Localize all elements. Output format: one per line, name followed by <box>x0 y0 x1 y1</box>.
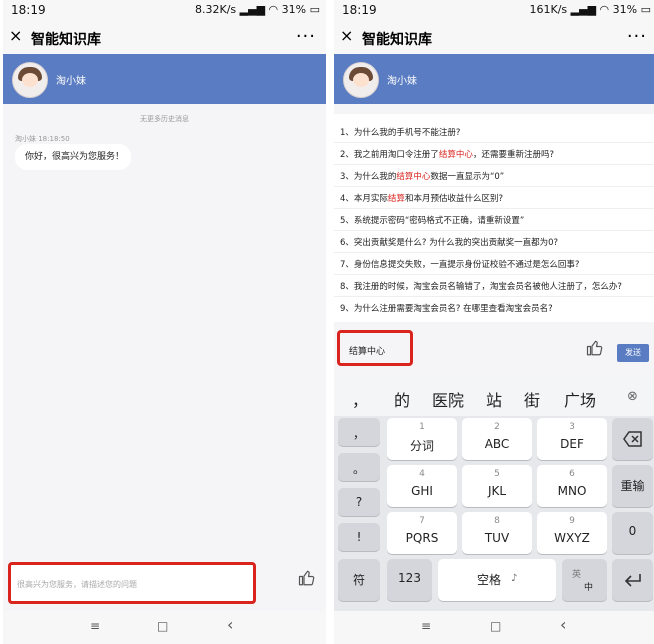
battery-level: 31% <box>612 3 638 16</box>
close-icon[interactable]: × <box>9 27 22 45</box>
signal-icon: ▂▄▆ <box>570 3 600 16</box>
t9-key-5[interactable]: 5 JKL <box>462 465 532 507</box>
wifi-icon: ◠ <box>268 3 282 16</box>
enter-key[interactable] <box>612 559 653 601</box>
backspace-key[interactable] <box>612 418 653 460</box>
chat-area[interactable]: 无更多历史消息 淘小妹 18:18:50 你好，很高兴为您服务！ <box>3 104 326 559</box>
faq-item[interactable]: 6、突出贡献奖是什么? 为什么我的突出贡献奖一直都为0? <box>340 236 558 248</box>
t9-key-2[interactable]: 2 ABC <box>462 418 532 460</box>
network-speed: 161K/s <box>529 3 568 16</box>
t9-key-6[interactable]: 6 MNO <box>537 465 607 507</box>
status-time: 18:19 <box>11 3 46 17</box>
symbol-key[interactable]: 符 <box>338 559 380 601</box>
candidate-word[interactable]: 的 <box>394 387 410 411</box>
reenter-key[interactable]: 重输 <box>612 465 653 507</box>
backspace-icon <box>623 431 642 447</box>
candidate-bar: ， 的 医院 站 街 广场 ⊗ <box>334 378 654 416</box>
phone-screen-right: 18:19 161K/s ▂▄▆ ◠ 31% ▭ × 智能知识库 ··· 淘小妹… <box>334 0 654 644</box>
more-options-icon[interactable]: ··· <box>296 26 316 47</box>
candidate-word[interactable]: 医院 <box>432 387 464 411</box>
ime-keyboard: ， 的 医院 站 街 广场 ⊗ ， 。 ? ! 1 分词 2 ABC 3 DEF 4G… <box>334 378 654 611</box>
candidate-word[interactable]: 广场 <box>564 387 596 411</box>
agent-header: 淘小妹 <box>3 54 326 104</box>
agent-name: 淘小妹 <box>387 76 417 87</box>
more-options-icon[interactable]: ··· <box>627 26 647 47</box>
page-title: 智能知识库 <box>362 32 432 48</box>
title-bar: × 智能知识库 ··· <box>334 20 654 54</box>
avatar <box>343 62 379 98</box>
agent-header: 淘小妹 <box>334 54 654 104</box>
nav-back-icon[interactable]: ‹ <box>560 615 566 634</box>
nav-back-icon[interactable]: ‹ <box>227 615 233 634</box>
input-bar: 很高兴为您服务，请描述您的问题 <box>3 559 326 611</box>
phone-screen-left: 18:19 8.32K/s ▂▄▆ ◠ 31% ▭ × 智能知识库 ··· 淘小… <box>3 0 326 644</box>
mic-icon: ♪ <box>511 573 518 584</box>
question-input[interactable]: 很高兴为您服务，请描述您的问题 <box>8 562 256 604</box>
punctuation-key[interactable]: ? <box>338 488 380 516</box>
system-nav-bar: ≡ □ ‹ <box>3 611 326 644</box>
send-button[interactable]: 发送 <box>617 344 649 362</box>
status-bar: 18:19 8.32K/s ▂▄▆ ◠ 31% ▭ <box>3 0 326 20</box>
t9-key-8[interactable]: 8 TUV <box>462 512 532 554</box>
battery-icon: ▭ <box>640 3 651 16</box>
compose-bar: 结算中心 发送 <box>334 322 654 378</box>
number-key[interactable]: 123 <box>387 559 432 601</box>
t9-key-4[interactable]: 4 GHI <box>387 465 457 507</box>
faq-item[interactable]: 7、身份信息提交失败，一直提示身份证校验不通过是怎么回事? <box>340 258 579 270</box>
message-bubble: 你好，很高兴为您服务！ <box>15 144 131 170</box>
nav-menu-icon[interactable]: ≡ <box>90 619 100 633</box>
t9-key-1[interactable]: 1 分词 <box>387 418 457 460</box>
title-bar: × 智能知识库 ··· <box>3 20 326 54</box>
nav-home-icon[interactable]: □ <box>490 619 501 633</box>
system-nav-bar: ≡ □ ‹ <box>334 611 654 644</box>
zero-key[interactable]: 0 <box>612 512 653 554</box>
thumbs-up-icon[interactable] <box>298 569 316 587</box>
faq-item[interactable]: 2、我之前用淘口令注册了结算中心，还需要重新注册吗? <box>340 148 554 160</box>
language-switch-key[interactable]: 英 中 <box>562 559 607 601</box>
wifi-icon: ◠ <box>599 3 613 16</box>
history-notice: 无更多历史消息 <box>140 115 189 123</box>
space-key[interactable]: 空格 ♪ <box>438 559 556 601</box>
punctuation-key[interactable]: ， <box>338 418 380 446</box>
input-placeholder: 很高兴为您服务，请描述您的问题 <box>17 580 137 589</box>
faq-item[interactable]: 9、为什么注册需要淘宝会员名? 在哪里查看淘宝会员名? <box>340 302 553 314</box>
battery-level: 31% <box>281 3 307 16</box>
avatar <box>12 62 48 98</box>
punctuation-key[interactable]: 。 <box>338 453 380 481</box>
faq-item[interactable]: 5、系统提示密码“密码格式不正确，请重新设置” <box>340 214 524 226</box>
punctuation-key[interactable]: ! <box>338 523 380 551</box>
faq-suggestions: 1、为什么我的手机号不能注册? 2、我之前用淘口令注册了结算中心，还需要重新注册… <box>334 114 654 322</box>
agent-name: 淘小妹 <box>56 76 86 87</box>
candidate-word[interactable]: 站 <box>486 387 502 411</box>
page-title: 智能知识库 <box>31 32 101 48</box>
status-time: 18:19 <box>342 3 377 17</box>
signal-icon: ▂▄▆ <box>239 3 269 16</box>
battery-icon: ▭ <box>309 3 320 16</box>
t9-key-9[interactable]: 9 WXYZ <box>537 512 607 554</box>
faq-item[interactable]: 4、本月实际结算和本月预估收益什么区别? <box>340 192 503 204</box>
close-icon[interactable]: × <box>340 27 353 45</box>
network-speed: 8.32K/s <box>195 3 237 16</box>
question-input[interactable]: 结算中心 <box>337 330 413 366</box>
candidate-word[interactable]: ， <box>352 387 368 411</box>
status-bar: 18:19 161K/s ▂▄▆ ◠ 31% ▭ <box>334 0 654 20</box>
nav-menu-icon[interactable]: ≡ <box>421 619 431 633</box>
faq-item[interactable]: 3、为什么我的结算中心数据一直显示为“0” <box>340 170 504 182</box>
faq-item[interactable]: 1、为什么我的手机号不能注册? <box>340 126 460 138</box>
thumbs-up-icon[interactable] <box>586 339 604 357</box>
clear-candidates-icon[interactable]: ⊗ <box>627 389 638 404</box>
t9-key-7[interactable]: 7 PQRS <box>387 512 457 554</box>
candidate-word[interactable]: 街 <box>524 387 540 411</box>
t9-key-3[interactable]: 3 DEF <box>537 418 607 460</box>
faq-item[interactable]: 8、我注册的时候，淘宝会员名输错了，淘宝会员名被他人注册了，怎么办? <box>340 280 622 292</box>
input-value: 结算中心 <box>349 347 386 357</box>
message-meta: 淘小妹 18:18:50 <box>15 135 70 143</box>
nav-home-icon[interactable]: □ <box>157 619 168 633</box>
enter-icon <box>624 574 641 587</box>
